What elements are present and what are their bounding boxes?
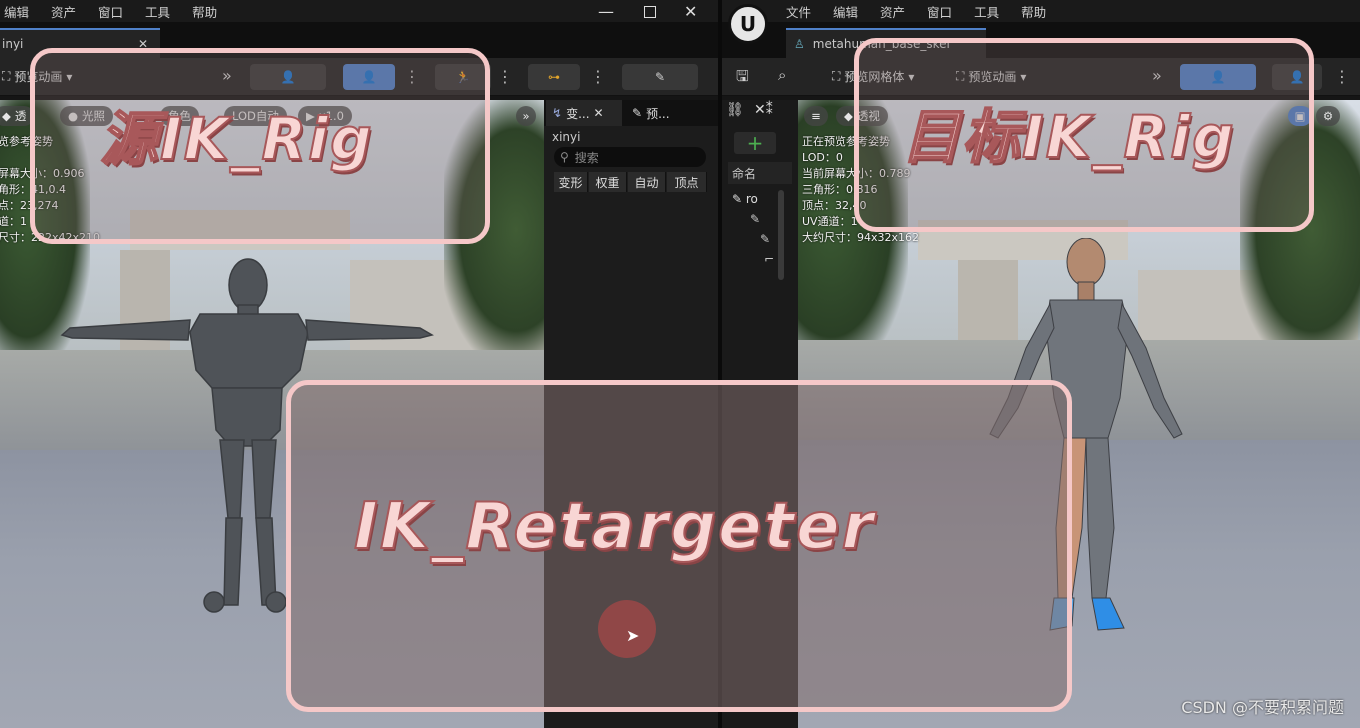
source-ik-rig-label: 源IK_Rig <box>99 104 374 174</box>
viewport-menu-button[interactable]: ≡ <box>804 106 828 126</box>
scrollbar[interactable] <box>778 190 784 280</box>
more-icon[interactable]: ⋮ <box>497 66 513 88</box>
anim-icon: ⛶ <box>2 69 11 83</box>
bone-root-label: ro <box>745 192 758 206</box>
bone-icon[interactable]: ✎ <box>760 232 770 246</box>
tab-transform[interactable]: ↯ 变... ✕ <box>546 100 622 126</box>
close-window-icon[interactable]: ✕ <box>684 2 697 21</box>
transform-icon: ↯ <box>552 106 563 120</box>
search-icon: ⚲ <box>560 150 569 164</box>
minimize-icon[interactable]: — <box>598 2 614 21</box>
bone-tab-icon[interactable]: ✕⁑ <box>754 102 773 118</box>
add-button[interactable]: + <box>734 131 776 155</box>
brush-icon: ✎ <box>654 70 666 84</box>
mouse-cursor-icon: ➤ <box>626 626 640 645</box>
asset-name: xinyi <box>552 130 581 144</box>
settings-icon[interactable]: ⚙ <box>1316 106 1340 126</box>
target-ik-rig-label: 目标IK_Rig <box>901 102 1236 172</box>
right-menubar: 文件 编辑 资产 窗口 工具 帮助 <box>722 0 1360 22</box>
menu-tools[interactable]: 工具 <box>974 2 999 21</box>
cube-icon: ◆ <box>2 109 11 123</box>
bone-icon: ✎ <box>732 192 743 206</box>
plus-icon: + <box>746 131 764 155</box>
mesh-icon: ⛶ <box>832 69 841 83</box>
close-icon[interactable]: ✕ <box>594 106 604 120</box>
maximize-icon[interactable] <box>644 6 656 18</box>
more-icon[interactable]: ⋮ <box>1334 66 1350 88</box>
settings-button[interactable]: ✎ <box>622 64 698 90</box>
name-column-header[interactable]: 命名 <box>728 162 792 184</box>
search-placeholder: 搜索 <box>574 150 599 165</box>
perspective-label: 透 <box>14 109 27 123</box>
bone-icon[interactable]: ✎ <box>750 212 760 226</box>
asset-tab-label: inyi <box>2 37 24 51</box>
cube-icon: ◆ <box>844 109 853 123</box>
more-icon[interactable]: ⋮ <box>590 66 606 88</box>
hierarchy-button[interactable]: ⊶ <box>528 64 580 90</box>
column-header[interactable]: 自动 <box>628 172 666 192</box>
menu-file[interactable]: 文件 <box>786 2 811 21</box>
column-header[interactable]: 变形 <box>554 172 588 192</box>
viewport-options-button[interactable]: » <box>516 106 536 126</box>
browse-asset-icon[interactable]: ⌕ <box>778 66 786 84</box>
menu-window[interactable]: 窗口 <box>927 2 952 21</box>
chevron-right-icon: » <box>522 109 530 123</box>
save-icon[interactable]: 🖫 <box>736 66 749 91</box>
hamburger-icon: ≡ <box>811 109 821 123</box>
menu-edit[interactable]: 编辑 <box>4 2 29 21</box>
bone-icon[interactable]: ⌐ <box>764 252 774 266</box>
column-header[interactable]: 权重 <box>589 172 627 192</box>
unreal-logo-icon: U <box>728 4 768 44</box>
menu-window[interactable]: 窗口 <box>98 2 123 21</box>
ik-retargeter-label: IK_Retargeter <box>353 489 876 565</box>
search-input[interactable]: ⚲ 搜索 <box>554 147 706 167</box>
hierarchy-icon: ⊶ <box>548 70 560 84</box>
watermark: CSDN @不要积累问题 <box>1181 698 1344 717</box>
tab-preview[interactable]: ✎ 预... <box>626 100 676 126</box>
menu-tools[interactable]: 工具 <box>145 2 170 21</box>
menu-asset[interactable]: 资产 <box>880 2 905 21</box>
menu-help[interactable]: 帮助 <box>192 2 217 21</box>
tab-transform-label: 变... <box>566 106 590 121</box>
skeleton-icon: ♙ <box>794 37 805 51</box>
pencil-icon: ✎ <box>632 106 643 120</box>
menu-help[interactable]: 帮助 <box>1021 2 1046 21</box>
tab-preview-label: 预... <box>646 106 670 121</box>
column-header[interactable]: 顶点 <box>667 172 707 192</box>
menu-edit[interactable]: 编辑 <box>833 2 858 21</box>
menu-asset[interactable]: 资产 <box>51 2 76 21</box>
bone-tree-root[interactable]: ✎ ro <box>732 192 758 206</box>
stat-line: 大约尺寸：94x32x162 <box>802 231 920 244</box>
skeleton-tree-tab-icon[interactable]: ⛓ <box>726 102 744 118</box>
